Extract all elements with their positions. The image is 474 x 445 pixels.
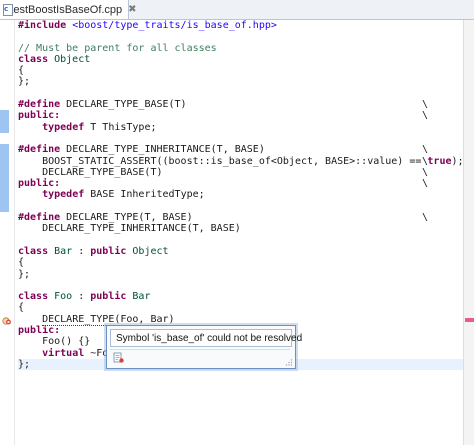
code-line-26: { [18, 302, 25, 314]
error-overview-marker[interactable] [465, 318, 474, 322]
problem-row[interactable]: Symbol 'is_base_of' could not be resolve… [110, 329, 302, 347]
code-line-8: #define DECLARE_TYPE_BASE(T) \ [18, 99, 429, 111]
tab-title: *testBoostIsBaseOf.cpp [6, 3, 123, 16]
code-line-16: typedef BASE InheritedType; [42, 189, 205, 201]
code-line-3: // Must be parent for all classes [18, 42, 217, 54]
overview-ruler[interactable] [463, 20, 474, 445]
change-marker [0, 144, 9, 212]
problem-hover-popup: Symbol 'is_base_of' could not be resolve… [106, 325, 302, 369]
code-line-10: typedef T ThisType; [42, 121, 157, 133]
problem-message: Symbol 'is_base_of' could not be resolve… [116, 332, 303, 344]
editor-tab-bar: c *testBoostIsBaseOf.cpp ✖ [0, 0, 474, 20]
code-line-19: DECLARE_TYPE_INHERITANCE(T, BASE) [18, 223, 241, 235]
code-line-23: }; [18, 268, 31, 280]
code-editor[interactable]: #include <boost/type_traits/is_base_of.h… [0, 20, 474, 445]
code-line-18: #define DECLARE_TYPE(T, BASE) \ [18, 212, 429, 224]
close-icon[interactable]: ✖ [128, 4, 136, 15]
code-line-4: class Object [18, 53, 91, 65]
code-line-9: public: \ [18, 110, 429, 122]
resize-grip-icon[interactable] [285, 358, 293, 366]
code-line-6: }; [18, 76, 31, 88]
configure-problem-icon[interactable] [113, 352, 125, 364]
code-line-22: { [18, 257, 25, 269]
change-marker [0, 110, 9, 133]
error-marker-icon[interactable] [2, 316, 12, 326]
error-token[interactable]: DECLARE_TYPE [42, 313, 115, 326]
code-line-25: class Foo : public Bar [18, 291, 151, 303]
code-line-13: BOOST_STATIC_ASSERT((boost::is_base_of<O… [18, 155, 464, 167]
code-line-5: { [18, 65, 25, 77]
source-code[interactable]: #include <boost/type_traits/is_base_of.h… [18, 20, 464, 371]
code-line-15: public: \ [18, 178, 429, 190]
left-ruler [0, 20, 15, 445]
code-line-1: #include <boost/type_traits/is_base_of.h… [18, 20, 277, 31]
editor-tab[interactable]: c *testBoostIsBaseOf.cpp ✖ [0, 0, 137, 19]
code-line-14: DECLARE_TYPE_BASE(T) \ [18, 166, 429, 178]
quick-fix-row[interactable] [110, 349, 290, 366]
code-line-27: DECLARE_TYPE(Foo, Bar) [42, 313, 175, 326]
code-line-12: #define DECLARE_TYPE_INHERITANCE(T, BASE… [18, 144, 429, 156]
code-line-21: class Bar : public Object [18, 245, 169, 257]
